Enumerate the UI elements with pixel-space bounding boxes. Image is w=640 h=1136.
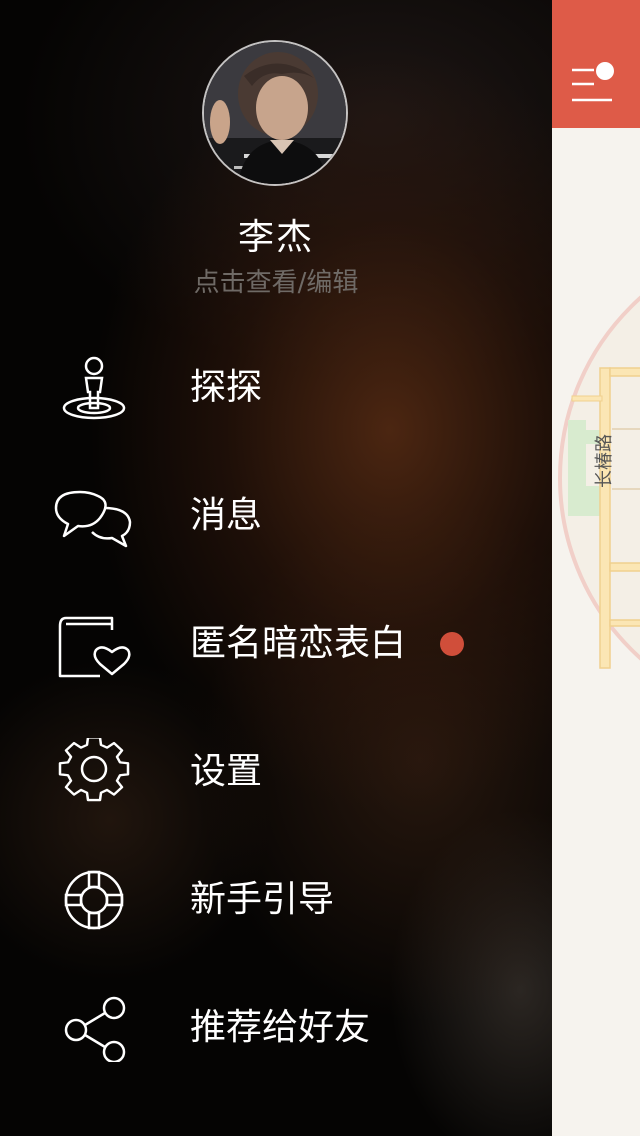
top-bar — [552, 0, 640, 128]
menu-item-explore[interactable]: 探探 — [0, 324, 552, 452]
menu-label-messages: 消息 — [190, 495, 263, 536]
heart-book-icon — [58, 616, 131, 678]
menu-label-settings: 设置 — [190, 751, 263, 792]
map-graphic — [552, 128, 640, 1136]
menu-label-explore: 探探 — [190, 367, 263, 408]
gear-icon — [58, 738, 130, 802]
screen: 长椿路 李杰 点击查看/编辑 探探 消息 匿名暗恋表白 设置 新手引导 推荐给好… — [0, 0, 640, 1136]
menu-item-beginner-guide[interactable]: 新手引导 — [0, 836, 552, 964]
main-screen-peek[interactable]: 长椿路 — [552, 0, 640, 1136]
avatar-photo — [204, 42, 346, 184]
menu-label-recommend-friends: 推荐给好友 — [190, 1007, 371, 1048]
menu-item-messages[interactable]: 消息 — [0, 452, 552, 580]
menu-item-settings[interactable]: 设置 — [0, 708, 552, 836]
map-view[interactable]: 长椿路 — [552, 128, 640, 1136]
menu-toggle-button[interactable] — [570, 60, 618, 108]
share-icon — [64, 996, 126, 1062]
user-name: 李杰 — [237, 217, 314, 258]
explore-person-icon — [62, 356, 126, 420]
side-drawer: 李杰 点击查看/编辑 探探 消息 匿名暗恋表白 设置 新手引导 推荐给好友 — [0, 0, 552, 1136]
profile-edit-hint: 点击查看/编辑 — [193, 268, 359, 298]
menu-item-recommend-friends[interactable]: 推荐给好友 — [0, 964, 552, 1092]
menu-label-anonymous-confession: 匿名暗恋表白 — [190, 623, 407, 664]
chat-bubbles-icon — [54, 490, 132, 548]
map-road-label: 长椿路 — [594, 434, 615, 488]
profile-header[interactable]: 李杰 点击查看/编辑 — [0, 0, 552, 320]
avatar[interactable] — [202, 40, 348, 186]
lifebuoy-icon — [64, 870, 124, 930]
menu-toggle-icon — [572, 62, 614, 102]
menu-item-anonymous-confession[interactable]: 匿名暗恋表白 — [0, 580, 552, 708]
menu-label-beginner-guide: 新手引导 — [190, 879, 335, 920]
notification-dot — [440, 632, 464, 656]
